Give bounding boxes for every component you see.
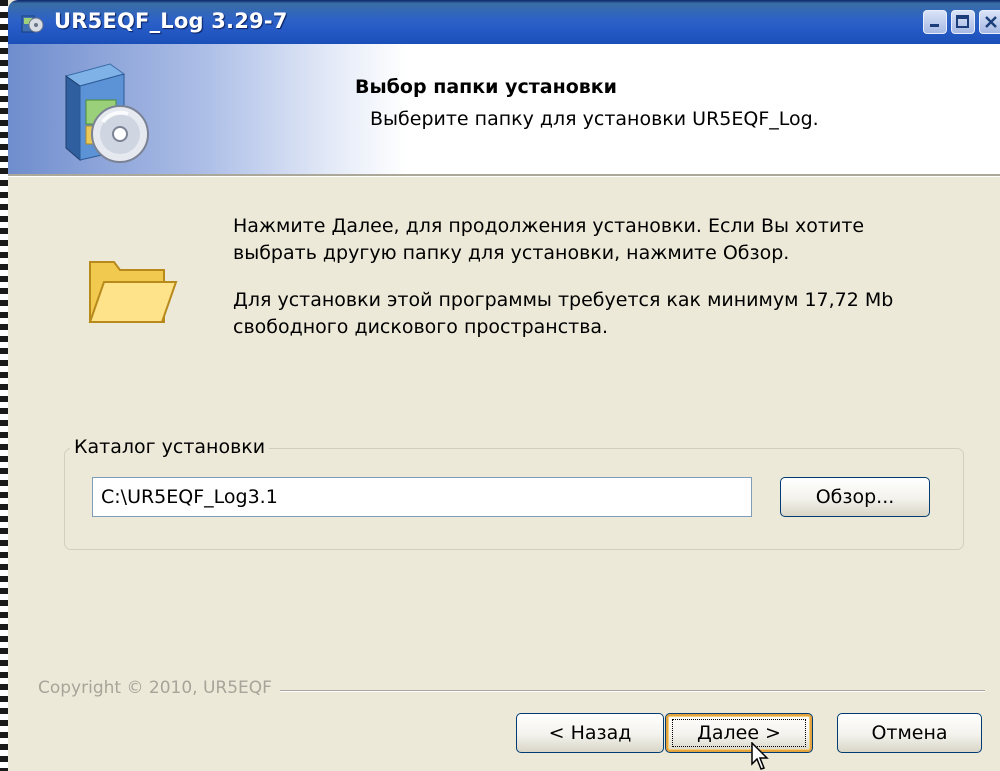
instruction-line: Нажмите Далее, для продолжения установки…: [233, 215, 865, 237]
minimize-icon: [930, 24, 939, 27]
copyright-text: Copyright © 2010, UR5EQF: [38, 678, 280, 698]
install-path-input[interactable]: [92, 477, 752, 517]
setup-disc-box-icon: [64, 63, 149, 163]
title-bar[interactable]: UR5EQF_Log 3.29-7: [8, 0, 1000, 44]
mouse-cursor-icon: [751, 742, 769, 770]
maximize-icon: [956, 15, 969, 28]
instruction-line: выбрать другую папку для установки, нажм…: [233, 242, 790, 264]
space-requirement-text: Для установки этой программы требуется к…: [233, 287, 933, 341]
close-button[interactable]: [979, 10, 1000, 34]
space-line: свободного дискового пространства.: [233, 316, 609, 338]
install-dir-label: Каталог установки: [70, 436, 270, 458]
installer-window: UR5EQF_Log 3.29-7 Выбор папки установки …: [8, 0, 1000, 771]
installer-icon: [21, 15, 44, 33]
cancel-button[interactable]: Отмена: [837, 713, 982, 753]
header-title: Выбор папки установки: [355, 76, 617, 98]
focus-rect: [672, 719, 806, 747]
desktop-edge: [0, 0, 8, 771]
wizard-header: Выбор папки установки Выберите папку для…: [8, 44, 1000, 174]
next-button[interactable]: Далее >: [665, 713, 813, 753]
open-folder-icon: [88, 261, 178, 323]
header-divider: [8, 174, 1000, 177]
browse-button[interactable]: Обзор...: [780, 477, 930, 517]
window-title: UR5EQF_Log 3.29-7: [54, 9, 288, 33]
maximize-button[interactable]: [951, 10, 975, 34]
header-subtitle: Выберите папку для установки UR5EQF_Log.: [370, 108, 819, 130]
close-icon: [985, 16, 997, 28]
space-line: Для установки этой программы требуется к…: [233, 289, 894, 311]
minimize-button[interactable]: [923, 10, 947, 34]
back-button[interactable]: < Назад: [516, 713, 664, 753]
instruction-text: Нажмите Далее, для продолжения установки…: [233, 213, 933, 267]
